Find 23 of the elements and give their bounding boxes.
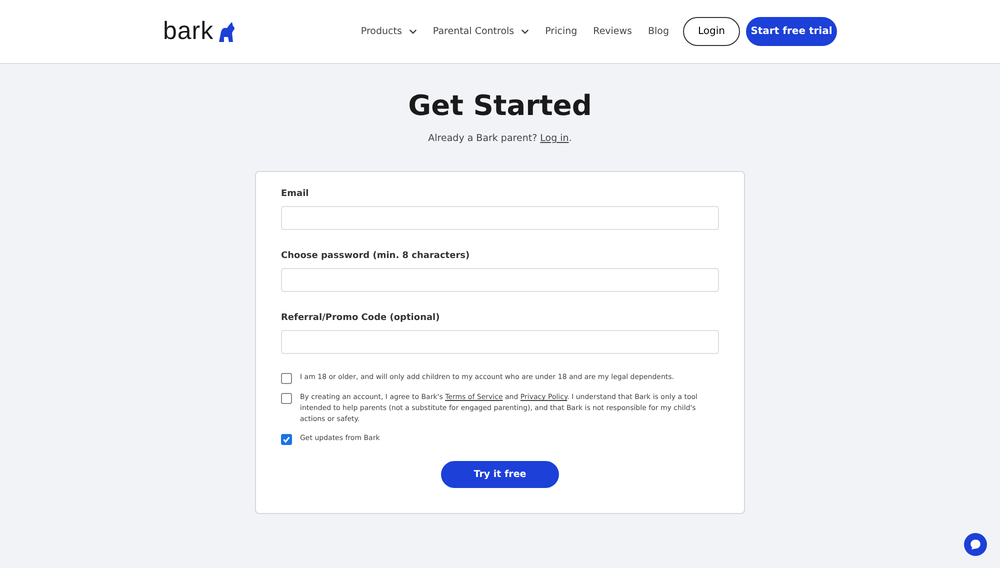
- field-label: Email: [281, 189, 310, 199]
- submit-button[interactable]: Try it free: [441, 461, 559, 488]
- login-link[interactable]: Log in: [540, 133, 569, 144]
- start-trial-button[interactable]: Start free trial: [746, 17, 837, 46]
- page-title: Get Started: [408, 89, 592, 123]
- chat-button[interactable]: [964, 533, 987, 556]
- login-button[interactable]: Login: [683, 17, 740, 46]
- input-field[interactable]: [281, 268, 719, 292]
- login-prompt: Already a Bark parent? Log in.: [428, 133, 572, 144]
- checkbox[interactable]: [281, 393, 292, 404]
- input-field[interactable]: [281, 330, 719, 354]
- nav-link[interactable]: Products: [360, 26, 417, 37]
- nav-link[interactable]: Reviews: [593, 26, 632, 37]
- chat-bubble-icon: [969, 538, 982, 551]
- nav-link[interactable]: Pricing: [545, 26, 578, 37]
- field-label: Referral/Promo Code (optional): [281, 313, 441, 323]
- logo-text[interactable]: bark: [163, 17, 214, 46]
- checkbox[interactable]: [281, 373, 292, 384]
- nav-link[interactable]: Blog: [648, 26, 669, 37]
- field-label: Choose password (min. 8 characters): [281, 251, 471, 261]
- input-field[interactable]: [281, 206, 719, 230]
- nav-link[interactable]: Parental Controls: [432, 26, 530, 37]
- checkbox[interactable]: [281, 434, 292, 445]
